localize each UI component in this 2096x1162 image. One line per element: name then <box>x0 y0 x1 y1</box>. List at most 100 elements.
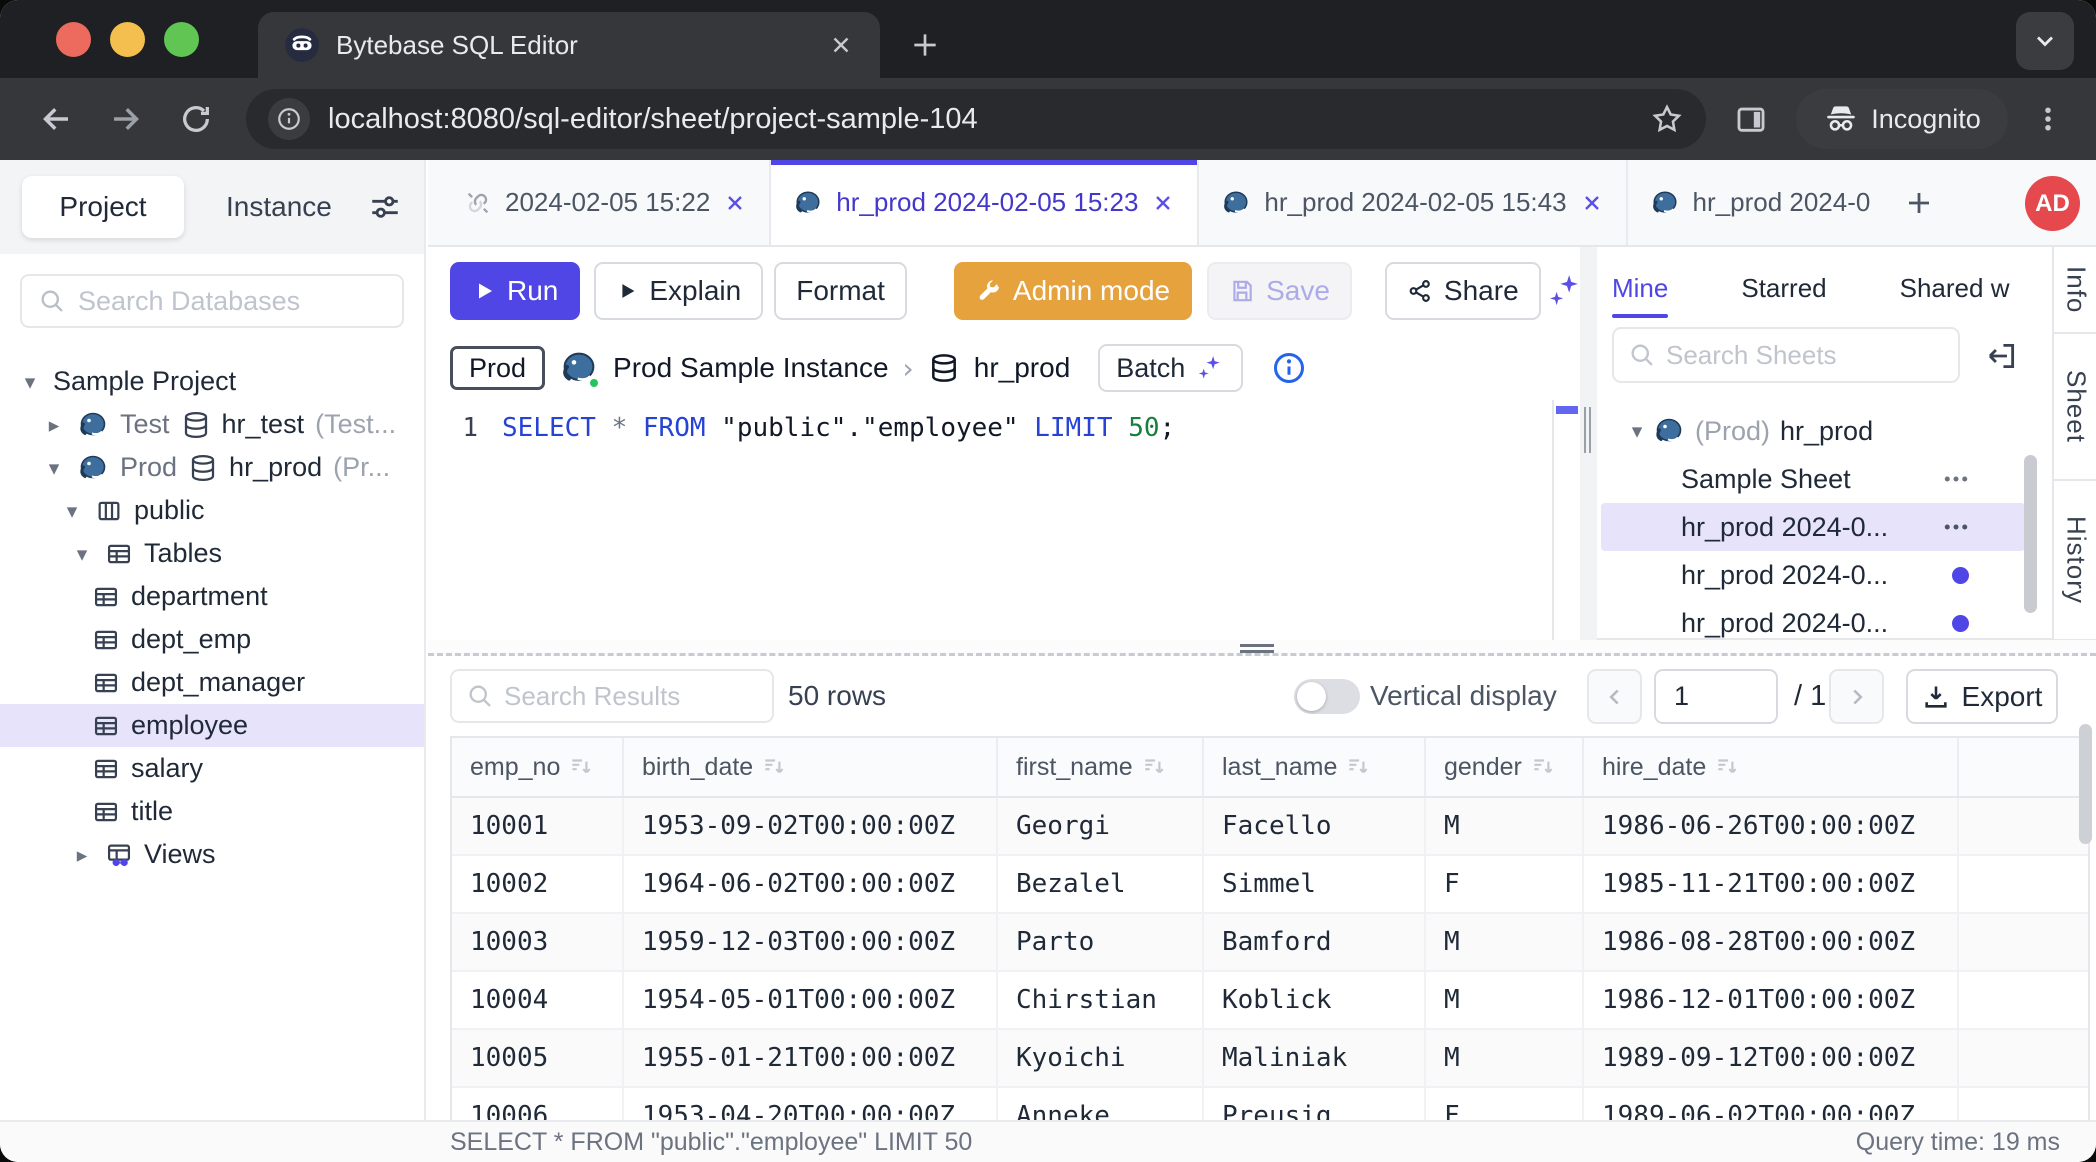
close-window-button[interactable] <box>56 22 91 57</box>
tree-item-table-dept-emp[interactable]: dept_emp <box>0 618 424 661</box>
instance-name[interactable]: Prod Sample Instance <box>613 352 889 384</box>
format-button[interactable]: Format <box>774 262 907 320</box>
sql-code-area[interactable]: 1 SELECT * FROM "public"."employee" LIMI… <box>428 401 1580 443</box>
back-icon[interactable] <box>30 93 82 145</box>
tab-project[interactable]: Project <box>22 176 184 238</box>
database-search[interactable] <box>20 274 404 328</box>
url-text[interactable]: localhost:8080/sql-editor/sheet/project-… <box>328 103 1632 136</box>
editor-tab-2-active[interactable]: hr_prod 2024-02-05 15:23 <box>771 160 1199 245</box>
save-button[interactable]: Save <box>1207 262 1352 320</box>
chevron-down-icon[interactable]: ▾ <box>42 456 66 480</box>
filter-settings-icon[interactable] <box>368 190 402 224</box>
cell-first-name[interactable]: Georgi <box>998 798 1204 854</box>
results-search[interactable] <box>450 669 774 723</box>
table-row[interactable]: 10001 1953-09-02T00:00:00Z Georgi Facell… <box>452 798 2088 856</box>
forward-icon[interactable] <box>100 93 152 145</box>
tree-item-table-dept-manager[interactable]: dept_manager <box>0 661 424 704</box>
tree-item-hr-prod[interactable]: ▾ Prod hr_prod (Pr... <box>0 446 424 489</box>
cell-hire-date[interactable]: 1985-11-21T00:00:00Z <box>1584 856 1959 912</box>
column-header-hire-date[interactable]: hire_date <box>1584 738 1959 796</box>
sql-statement[interactable]: SELECT * FROM "public"."employee" LIMIT … <box>502 413 1175 443</box>
results-search-input[interactable] <box>504 681 758 712</box>
cell-birth-date[interactable]: 1954-05-01T00:00:00Z <box>624 972 998 1028</box>
database-search-input[interactable] <box>78 286 386 317</box>
bookmark-star-icon[interactable] <box>1650 102 1684 136</box>
admin-mode-button[interactable]: Admin mode <box>954 262 1192 320</box>
column-header-emp-no[interactable]: emp_no <box>452 738 624 796</box>
cell-hire-date[interactable]: 1986-08-28T00:00:00Z <box>1584 914 1959 970</box>
chevron-down-icon[interactable]: ▾ <box>1625 419 1649 443</box>
cell-hire-date[interactable]: 1989-09-12T00:00:00Z <box>1584 1030 1959 1086</box>
tree-item-table-employee[interactable]: employee <box>0 704 424 747</box>
close-tab-icon[interactable] <box>828 32 854 58</box>
cell-emp-no[interactable]: 10006 <box>452 1088 624 1120</box>
tree-item-schema-public[interactable]: ▾ public <box>0 489 424 532</box>
tree-item-table-department[interactable]: department <box>0 575 424 618</box>
close-icon[interactable] <box>723 191 747 215</box>
cell-gender[interactable]: M <box>1426 1030 1584 1086</box>
editor-tab-3[interactable]: hr_prod 2024-02-05 15:43 <box>1199 160 1627 245</box>
database-name[interactable]: hr_prod <box>974 352 1071 384</box>
chevron-down-icon[interactable]: ▾ <box>60 499 84 523</box>
cell-birth-date[interactable]: 1953-09-02T00:00:00Z <box>624 798 998 854</box>
tab-instance[interactable]: Instance <box>226 191 332 223</box>
tab-search-chevron-button[interactable] <box>2016 12 2074 70</box>
rail-tab-info[interactable]: Info <box>2054 247 2096 334</box>
cell-emp-no[interactable]: 10001 <box>452 798 624 854</box>
batch-button[interactable]: Batch <box>1098 344 1243 392</box>
cell-last-name[interactable]: Facello <box>1204 798 1426 854</box>
cell-hire-date[interactable]: 1986-12-01T00:00:00Z <box>1584 972 1959 1028</box>
info-circle-icon[interactable] <box>1271 350 1307 386</box>
more-menu-icon[interactable] <box>1941 464 1971 494</box>
sheets-search[interactable] <box>1612 327 1960 383</box>
vertical-display-toggle[interactable] <box>1294 679 1360 714</box>
tree-item-tables-group[interactable]: ▾ Tables <box>0 532 424 575</box>
cell-gender[interactable]: M <box>1426 798 1584 854</box>
import-sheet-icon[interactable] <box>1985 339 2019 373</box>
browser-menu-icon[interactable] <box>2022 93 2074 145</box>
editor-scrollbar[interactable] <box>1552 400 1580 640</box>
omnibox[interactable]: localhost:8080/sql-editor/sheet/project-… <box>246 89 1706 149</box>
column-header-birth-date[interactable]: birth_date <box>624 738 998 796</box>
tree-item-views-group[interactable]: ▸ Views <box>0 833 424 876</box>
tab-shared-with-me[interactable]: Shared w <box>1900 273 2010 304</box>
sheet-item-unsaved[interactable]: hr_prod 2024-0... <box>1601 551 2025 599</box>
results-splitter[interactable] <box>428 640 2096 656</box>
cell-emp-no[interactable]: 10004 <box>452 972 624 1028</box>
sheet-group-hr-prod[interactable]: ▾ (Prod) hr_prod <box>1601 407 2025 455</box>
sheets-search-input[interactable] <box>1666 340 1944 371</box>
cell-last-name[interactable]: Koblick <box>1204 972 1426 1028</box>
cell-first-name[interactable]: Parto <box>998 914 1204 970</box>
new-tab-button[interactable] <box>900 20 950 70</box>
cell-emp-no[interactable]: 10005 <box>452 1030 624 1086</box>
cell-first-name[interactable]: Bezalel <box>998 856 1204 912</box>
table-row[interactable]: 10005 1955-01-21T00:00:00Z Kyoichi Malin… <box>452 1030 2088 1088</box>
explain-button[interactable]: Explain <box>594 262 763 320</box>
browser-tab[interactable]: Bytebase SQL Editor <box>258 12 880 78</box>
side-panel-icon[interactable] <box>1725 93 1777 145</box>
cell-birth-date[interactable]: 1955-01-21T00:00:00Z <box>624 1030 998 1086</box>
tab-mine[interactable]: Mine <box>1612 273 1668 304</box>
cell-first-name[interactable]: Chirstian <box>998 972 1204 1028</box>
chevron-right-icon[interactable]: ▸ <box>42 413 66 437</box>
rail-tab-sheet[interactable]: Sheet <box>2054 334 2096 481</box>
tree-item-hr-test[interactable]: ▸ Test hr_test (Test... <box>0 403 424 446</box>
site-info-icon[interactable] <box>268 98 310 140</box>
ai-sparkles-icon[interactable] <box>1545 271 1580 311</box>
next-page-button[interactable] <box>1829 669 1884 724</box>
reload-icon[interactable] <box>170 93 222 145</box>
tree-item-table-title[interactable]: title <box>0 790 424 833</box>
cell-gender[interactable]: F <box>1426 1088 1584 1120</box>
run-button[interactable]: Run <box>450 262 580 320</box>
chevron-down-icon[interactable]: ▾ <box>18 370 42 394</box>
cell-birth-date[interactable]: 1953-04-20T00:00:00Z <box>624 1088 998 1120</box>
tree-item-table-salary[interactable]: salary <box>0 747 424 790</box>
cell-hire-date[interactable]: 1986-06-26T00:00:00Z <box>1584 798 1959 854</box>
panel-resize-gutter[interactable] <box>1580 247 1597 640</box>
results-scrollbar[interactable] <box>2079 724 2092 844</box>
cell-first-name[interactable]: Anneke <box>998 1088 1204 1120</box>
column-header-gender[interactable]: gender <box>1426 738 1584 796</box>
cell-hire-date[interactable]: 1989-06-02T00:00:00Z <box>1584 1088 1959 1120</box>
cell-gender[interactable]: F <box>1426 856 1584 912</box>
table-row[interactable]: 10003 1959-12-03T00:00:00Z Parto Bamford… <box>452 914 2088 972</box>
